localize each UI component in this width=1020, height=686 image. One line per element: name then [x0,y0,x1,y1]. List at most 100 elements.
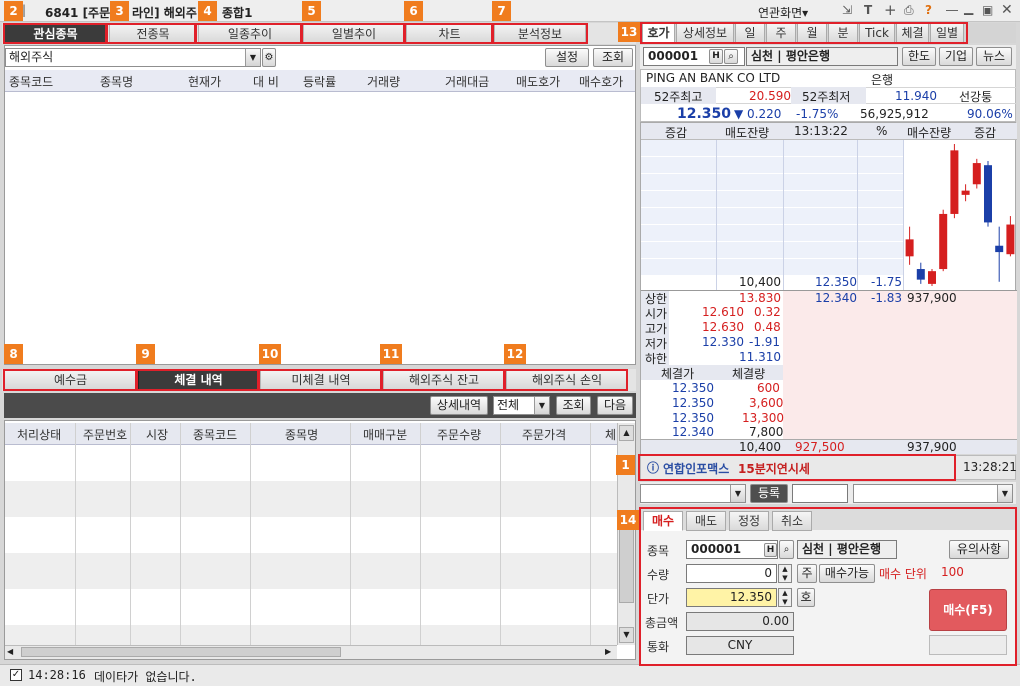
lower-value: 11.310 [739,350,781,364]
tab-balance[interactable]: 해외주식 잔고 [383,369,505,390]
search-icon[interactable]: ⌕ [724,49,738,64]
scroll-left-icon[interactable]: ◀ [7,647,13,656]
tab-orderbook[interactable]: 호가 [642,23,675,43]
restore-icon[interactable]: ▣ [982,3,993,17]
tab-cancel[interactable]: 취소 [772,511,812,531]
settings-button[interactable]: 설정 [545,48,589,67]
company-button[interactable]: 기업 [939,47,973,66]
col-order-price: 주문가격 [522,428,567,442]
trade-qty: 3,600 [749,396,784,410]
news-button[interactable]: 뉴스 [976,47,1012,66]
gear-icon[interactable]: ⚙ [262,48,276,67]
query-button[interactable]: 조회 [593,48,633,67]
candle-body [950,150,959,214]
qty-stepper-icon[interactable]: ▲ ▼ [778,564,792,583]
status-checkbox[interactable]: ✓ [10,669,22,681]
lo52-value: 11.940 [895,89,937,103]
price-value: 12.350 [730,590,772,604]
related-screen-menu[interactable]: 연관화면▾ [758,4,808,21]
col-stock-name: 종목명 [285,428,319,442]
add-icon[interactable]: + [884,1,897,19]
caution-button[interactable]: 유의사항 [949,540,1009,559]
callout-badge-9: 9 [136,344,155,364]
bid-area [783,291,1017,439]
tab-all-stocks[interactable]: 전종목 [109,23,197,44]
buy-submit-button[interactable]: 매수(F5) [929,589,1007,631]
dropdown-arrow-icon[interactable]: ▼ [245,49,260,66]
help-icon[interactable]: ? [925,3,932,17]
ask-price: 12.350 [815,275,857,289]
tab-minute[interactable]: 분 [828,23,858,43]
ask-area [641,140,903,275]
scroll-right-icon[interactable]: ▶ [605,647,611,656]
tab-buy[interactable]: 매수 [643,511,683,531]
tab-modify[interactable]: 정정 [729,511,769,531]
tab-chart[interactable]: 차트 [406,23,493,44]
currency-label: 통화 [647,640,670,654]
tab-daily[interactable]: 일별 [930,23,964,43]
tab-detail[interactable]: 상세정보 [676,23,734,43]
minimize-icon[interactable]: ▁ [964,1,973,15]
account-select[interactable]: ▼ [640,484,746,503]
tab-sector-trend[interactable]: 일종추이 [198,23,302,44]
detail-button[interactable]: 상세내역 [430,396,488,415]
quote-info: PING AN BANK CO LTD 은행 52주최고 20.590 52주최… [640,69,1017,122]
col-code: 종목코드 [9,75,54,89]
text-size-icon[interactable]: T [864,3,872,17]
divider [857,140,858,292]
search-icon[interactable]: ⌕ [779,540,794,559]
price-stepper-icon[interactable]: ▲ ▼ [778,588,792,607]
h-scroll-thumb[interactable] [21,647,341,657]
tab-day[interactable]: 일 [735,23,765,43]
account-name-select[interactable]: ▼ [853,484,1013,503]
tab-analysis[interactable]: 분석정보 [494,23,586,44]
buyable-button[interactable]: 매수가능 [819,564,875,583]
close-icon[interactable]: ✕ [1001,2,1013,18]
col-rate: 등락률 [303,75,337,89]
tab-executions[interactable]: 체결 내역 [138,369,259,390]
exec-next-button[interactable]: 다음 [597,396,633,415]
exec-query-button[interactable]: 조회 [556,396,591,415]
stock-code-value: 000001 [648,49,699,63]
status-bar: ✓ 14:28:16 데이타가 없습니다. [0,664,1020,686]
stock-name-value: 심천 | 평안은행 [751,49,830,63]
watch-group-value: 해외주식 [9,50,54,64]
limit-button[interactable]: 한도 [902,47,936,66]
trades-col-price: 체결가 [661,367,695,381]
qty-input[interactable]: 0 [686,564,777,583]
watch-group-select[interactable]: 해외주식 ▼ [5,48,261,67]
h-icon[interactable]: H [709,49,723,64]
tab-watchlist[interactable]: 관심종목 [4,23,107,44]
horizontal-scrollbar[interactable]: ◀ ▶ [5,645,617,659]
trades-col-qty: 체결량 [732,367,766,381]
buy-unit-value: 100 [941,565,964,579]
scroll-up-icon[interactable]: ▲ [619,425,634,441]
account-no-field[interactable] [792,484,848,503]
dropdown-arrow-icon[interactable]: ▼ [534,397,549,414]
print-icon[interactable]: ⎙ [904,3,914,18]
mini-candle-chart [905,144,1015,286]
tab-week[interactable]: 주 [766,23,796,43]
scroll-down-icon[interactable]: ▼ [619,627,634,643]
tab-month[interactable]: 월 [797,23,827,43]
scroll-thumb[interactable] [619,523,634,603]
dropdown-arrow-icon[interactable]: ▼ [997,485,1012,502]
screen-link-icon[interactable]: ⇲ [842,3,852,17]
dropdown-arrow-icon[interactable]: ▼ [730,485,745,502]
exec-filter-select[interactable]: 전체 ▼ [493,396,550,415]
h-icon[interactable]: H [764,543,777,557]
col-price: 현재가 [188,75,222,89]
tab-pnl[interactable]: 해외주식 손익 [506,369,628,390]
tab-trades[interactable]: 체결 [896,23,929,43]
tab-sell[interactable]: 매도 [686,511,726,531]
tab-unfilled[interactable]: 미체결 내역 [260,369,382,390]
col-divider [420,423,421,645]
tab-daily-trend[interactable]: 일별추이 [303,23,405,44]
pin-icon[interactable]: ― [946,3,958,17]
register-button[interactable]: 등록 [750,484,788,503]
tab-tick[interactable]: Tick [859,23,895,43]
volume-value: 56,925,912 [860,107,929,121]
tab-deposit[interactable]: 예수금 [4,369,137,390]
stock-name-field[interactable]: 심천 | 평안은행 [746,47,898,66]
price-input[interactable]: 12.350 [686,588,777,607]
